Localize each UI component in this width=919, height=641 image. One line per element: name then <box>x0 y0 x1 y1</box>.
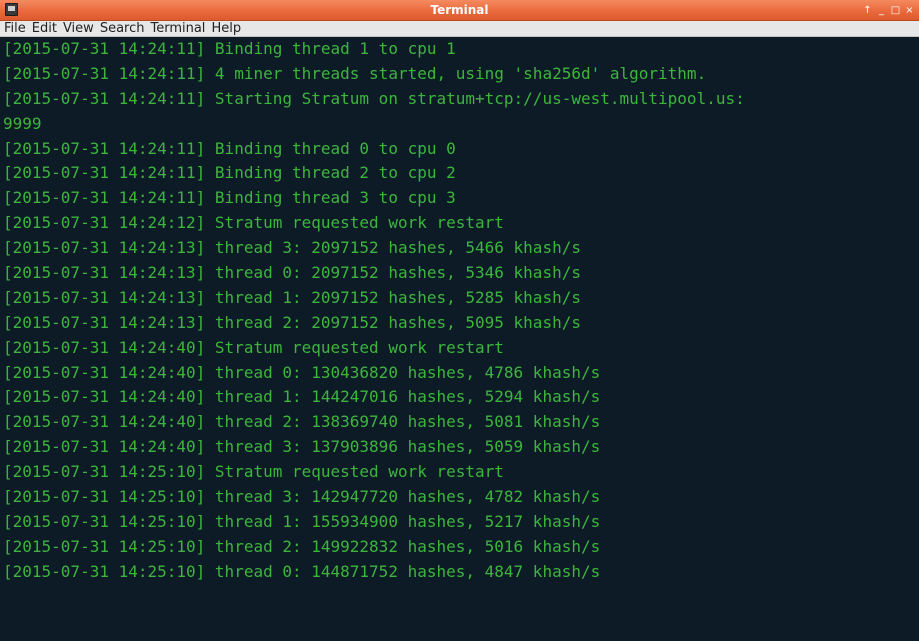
terminal-line: [2015-07-31 14:24:40] Stratum requested … <box>3 337 504 357</box>
terminal-line: [2015-07-31 14:24:11] 4 miner threads st… <box>3 63 707 83</box>
menu-search[interactable]: Search <box>99 21 150 37</box>
terminal-output[interactable]: [2015-07-31 14:24:11] Binding thread 1 t… <box>0 37 919 641</box>
terminal-line: [2015-07-31 14:24:13] thread 3: 2097152 … <box>3 238 581 258</box>
terminal-line: [2015-07-31 14:24:11] Binding thread 2 t… <box>3 163 456 183</box>
menu-edit[interactable]: Edit <box>31 21 62 37</box>
close-icon[interactable]: × <box>904 5 915 16</box>
menu-help[interactable]: Help <box>210 21 246 37</box>
terminal-line: [2015-07-31 14:24:13] thread 2: 2097152 … <box>3 312 581 332</box>
terminal-line: [2015-07-31 14:24:40] thread 1: 14424701… <box>3 387 601 407</box>
terminal-line: [2015-07-31 14:24:11] Binding thread 0 t… <box>3 138 456 158</box>
minimize-icon[interactable]: _ <box>876 5 887 16</box>
terminal-line: [2015-07-31 14:24:40] thread 3: 13790389… <box>3 437 601 457</box>
terminal-line: [2015-07-31 14:24:11] Binding thread 3 t… <box>3 188 456 208</box>
menu-terminal[interactable]: Terminal <box>149 21 210 37</box>
terminal-line: [2015-07-31 14:25:10] thread 1: 15593490… <box>3 511 601 531</box>
always-on-top-icon[interactable]: ↑ <box>862 5 873 16</box>
terminal-line: [2015-07-31 14:25:10] Stratum requested … <box>3 462 504 482</box>
terminal-line: [2015-07-31 14:24:12] Stratum requested … <box>3 213 504 233</box>
terminal-line: [2015-07-31 14:25:10] thread 0: 14487175… <box>3 561 601 581</box>
terminal-line: [2015-07-31 14:24:13] thread 1: 2097152 … <box>3 287 581 307</box>
terminal-line: [2015-07-31 14:24:40] thread 0: 13043682… <box>3 362 601 382</box>
terminal-line: 9999 <box>3 113 42 133</box>
terminal-line: [2015-07-31 14:25:10] thread 2: 14992283… <box>3 536 601 556</box>
terminal-line: [2015-07-31 14:24:11] Starting Stratum o… <box>3 88 745 108</box>
terminal-line: [2015-07-31 14:24:40] thread 2: 13836974… <box>3 412 601 432</box>
window-controls: ↑ _ □ × <box>862 0 915 21</box>
terminal-line: [2015-07-31 14:24:13] thread 0: 2097152 … <box>3 263 581 283</box>
terminal-line: [2015-07-31 14:25:10] thread 3: 14294772… <box>3 487 601 507</box>
window-title: Terminal <box>430 3 489 17</box>
maximize-icon[interactable]: □ <box>890 5 901 16</box>
terminal-window: Terminal ↑ _ □ × File Edit View Search T… <box>0 0 919 641</box>
terminal-line: [2015-07-31 14:24:11] Binding thread 1 t… <box>3 39 456 58</box>
title-bar[interactable]: Terminal ↑ _ □ × <box>0 0 919 21</box>
menu-file[interactable]: File <box>3 21 31 37</box>
menu-view[interactable]: View <box>62 21 99 37</box>
menu-bar: File Edit View Search Terminal Help <box>0 21 919 37</box>
